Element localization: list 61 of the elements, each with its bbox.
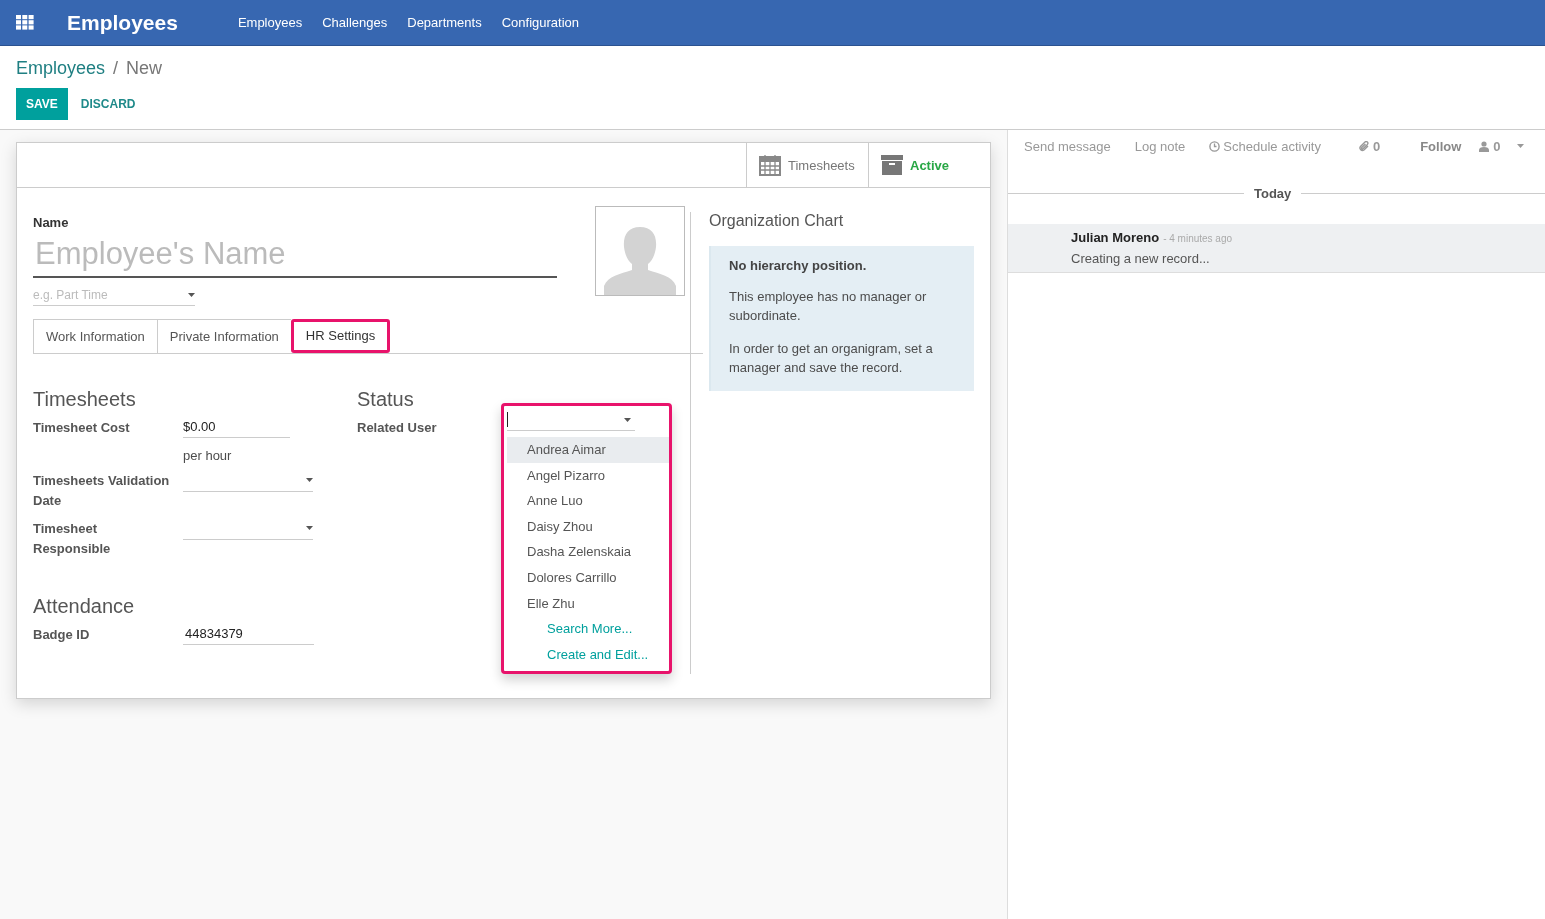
app-title: Employees	[67, 10, 178, 35]
field-label: Timesheet Cost	[33, 419, 131, 437]
field-label: Related User	[357, 419, 438, 437]
unit-text: per hour	[183, 448, 233, 463]
calendar-icon	[759, 154, 781, 176]
save-button[interactable]: SAVE	[16, 88, 68, 120]
apps-grid-icon[interactable]	[16, 15, 34, 30]
breadcrumb-separator: /	[113, 58, 119, 79]
section-heading: Attendance	[33, 595, 136, 618]
caret-icon	[188, 293, 195, 297]
field-label: Timesheet Responsible	[33, 520, 112, 558]
avatar-silhouette[interactable]	[595, 206, 685, 296]
clock-icon	[1209, 140, 1221, 152]
stat-button[interactable]: Active	[868, 143, 990, 187]
person-icon	[1479, 140, 1490, 152]
caret-icon	[1516, 144, 1524, 148]
breadcrumb-link[interactable]: Employees	[16, 58, 106, 79]
discard-button[interactable]: DISCARD	[69, 88, 147, 120]
dropdown-option[interactable]: Andrea Aimar	[507, 437, 669, 463]
section-heading: Timesheets	[33, 388, 137, 411]
message-text: Creating a new record...	[1071, 251, 1211, 266]
stat-button[interactable]: Timesheets	[746, 143, 868, 187]
section-heading: Status	[357, 388, 415, 411]
dropdown-option[interactable]: Daisy Zhou	[507, 513, 669, 540]
dropdown-option[interactable]: Anne Luo	[507, 488, 669, 514]
schedule-activity-button[interactable]: Schedule activity	[1209, 138, 1321, 154]
menu-item[interactable]: Configuration	[491, 15, 589, 30]
follow-button[interactable]: Follow	[1420, 138, 1462, 154]
info-heading: No hierarchy position.	[729, 258, 867, 273]
archive-box-icon	[881, 155, 903, 175]
menu-item[interactable]: Challenges	[312, 15, 398, 30]
date-separator: Today	[1254, 186, 1292, 201]
caret-icon	[624, 417, 631, 422]
dropdown-option[interactable]: Dasha Zelenskaia	[507, 539, 669, 565]
form-tab[interactable]: Work Information	[33, 319, 157, 353]
info-text: In order to get an organigram, set a manager and save the record.	[729, 340, 934, 377]
dropdown-option[interactable]: Dolores Carrillo	[507, 564, 669, 591]
form-tab[interactable]: HR Settings	[290, 319, 391, 353]
attachments-button[interactable]: 0	[1358, 138, 1381, 154]
caret-icon	[306, 526, 313, 530]
message-author: Julian Moreno	[1071, 230, 1160, 245]
log-note-button[interactable]: Log note	[1134, 138, 1186, 154]
dropdown-action-link[interactable]: Create and Edit...	[507, 641, 669, 668]
info-text: This employee has no manager or subordinate.	[729, 288, 928, 325]
breadcrumb-current: New	[126, 58, 163, 79]
related-user-field[interactable]	[507, 409, 635, 431]
dropdown-option[interactable]: Elle Zhu	[507, 590, 669, 617]
name-label: Name	[33, 215, 70, 230]
dropdown-option[interactable]: Angel Pizarro	[507, 462, 669, 489]
caret-icon	[306, 478, 313, 482]
paperclip-icon	[1358, 140, 1370, 152]
field-label: Timesheets Validation Date	[33, 472, 171, 510]
menu-item[interactable]: Employees	[227, 15, 313, 30]
followers-button[interactable]: 0	[1479, 138, 1524, 154]
send-message-button[interactable]: Send message	[1024, 138, 1111, 154]
message-time: - 4 minutes ago	[1163, 233, 1233, 244]
menu-item[interactable]: Departments	[397, 15, 492, 30]
field-label: Badge ID	[33, 626, 91, 644]
form-tab[interactable]: Private Information	[156, 319, 291, 353]
section-heading: Organization Chart	[709, 212, 845, 230]
dropdown-action-link[interactable]: Search More...	[507, 616, 669, 642]
